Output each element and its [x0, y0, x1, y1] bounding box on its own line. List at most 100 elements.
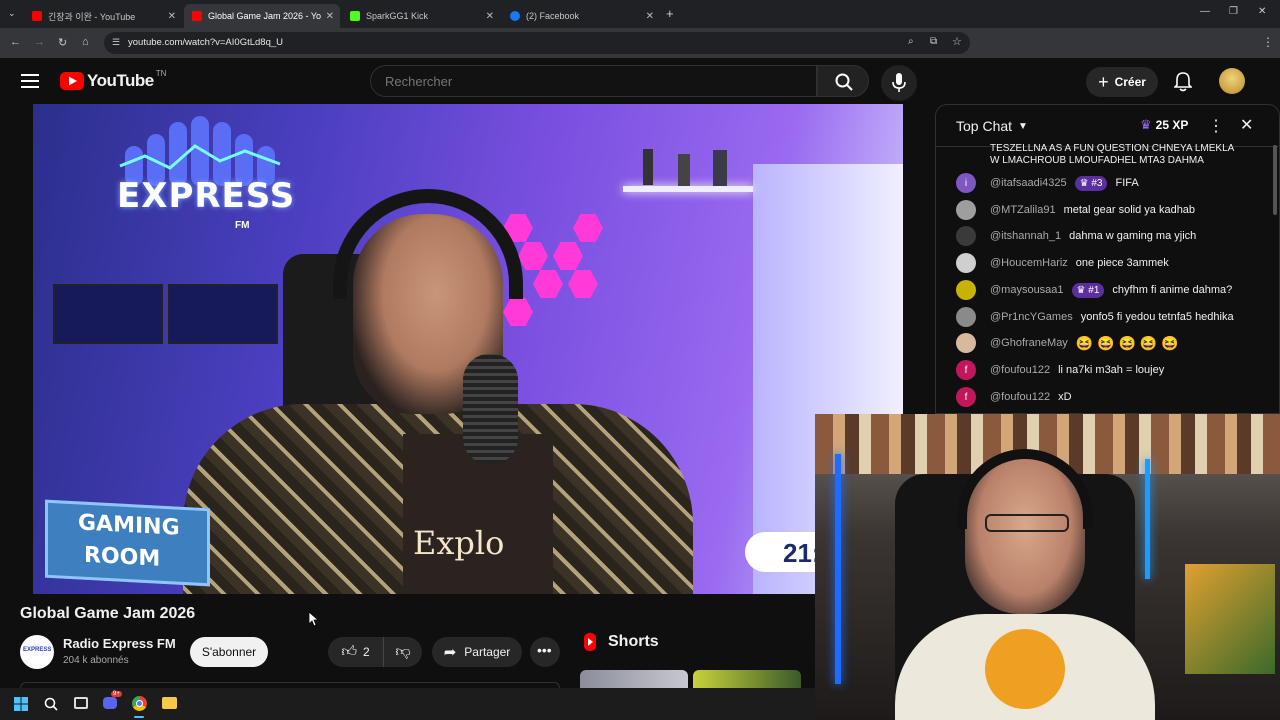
facebook-favicon-icon: [510, 11, 520, 21]
chat-text: metal gear solid ya kadhab: [1063, 204, 1196, 216]
thumbs-up-icon: 👍︎: [341, 643, 357, 660]
chat-author[interactable]: @HoucemHariz: [990, 257, 1068, 269]
chat-title: Top Chat: [956, 118, 1013, 134]
close-window-icon[interactable]: ✕: [1258, 6, 1266, 17]
shorts-icon: [584, 633, 596, 651]
chat-author[interactable]: @foufou122: [990, 391, 1050, 403]
close-tab-icon[interactable]: ✕: [486, 11, 494, 22]
notifications-bell-icon[interactable]: [1174, 72, 1192, 92]
tab-list-chevron-icon[interactable]: ⌄: [8, 8, 16, 19]
chat-message: i @itafsaadi4325 ♛ #3 FIFA: [956, 172, 1139, 194]
bookmark-star-icon[interactable]: ☆: [952, 35, 962, 48]
search-input[interactable]: [385, 74, 785, 89]
dislike-button[interactable]: 👎︎: [384, 637, 422, 667]
chat-scrollbar[interactable]: [1273, 145, 1277, 215]
hamburger-menu-icon[interactable]: [21, 74, 39, 88]
video-player[interactable]: EXPRESS FM Explo GAMING ROOM 21:: [33, 104, 903, 594]
monitor: [53, 284, 163, 344]
task-view-icon[interactable]: [74, 697, 88, 709]
close-tab-icon[interactable]: ✕: [168, 11, 176, 22]
avatar[interactable]: f: [956, 387, 976, 407]
channel-avatar-text: EXPRESS: [23, 647, 52, 653]
tab-title: 긴장과 이완 - YouTube: [48, 11, 136, 22]
browser-menu-icon[interactable]: ⋮: [1262, 35, 1274, 49]
like-button[interactable]: 👍︎ 2: [328, 637, 384, 667]
short-thumbnail[interactable]: [580, 670, 688, 688]
taskbar-search-icon[interactable]: [44, 697, 58, 711]
zoom-icon[interactable]: ⌕: [908, 36, 914, 47]
chat-menu-icon[interactable]: ⋮: [1208, 116, 1224, 136]
avatar[interactable]: [956, 333, 976, 353]
short-thumbnail[interactable]: [693, 670, 801, 688]
home-icon[interactable]: ⌂: [82, 36, 89, 48]
chat-author[interactable]: @foufou122: [990, 364, 1050, 376]
chat-author[interactable]: @GhofraneMay: [990, 337, 1068, 349]
chat-author[interactable]: @MTZalila91: [990, 204, 1056, 216]
share-button[interactable]: ➦ Partager: [432, 637, 522, 667]
channel-avatar[interactable]: EXPRESS: [20, 635, 54, 669]
site-info-icon[interactable]: ☰: [112, 37, 120, 48]
figurine: [643, 149, 653, 185]
top-chat-dropdown[interactable]: Top Chat ▼: [956, 118, 1028, 134]
address-bar-row: ← → ↻ ⌂ ☰ youtube.com/watch?v=AI0GtLd8q_…: [0, 28, 1280, 74]
chat-author[interactable]: @itafsaadi4325: [990, 177, 1067, 189]
chat-text: chyfhm fi anime dahma?: [1112, 284, 1233, 296]
chat-author[interactable]: @itshannah_1: [990, 230, 1061, 242]
new-tab-icon[interactable]: +: [666, 6, 674, 21]
voice-search-button[interactable]: [881, 65, 917, 101]
url-field[interactable]: ☰ youtube.com/watch?v=AI0GtLd8q_U ⌕ ⧉ ☆: [104, 32, 970, 54]
discord-icon[interactable]: 9+: [103, 691, 122, 709]
kick-favicon-icon: [350, 11, 360, 21]
room-text: ROOM: [84, 542, 161, 572]
avatar[interactable]: i: [956, 173, 976, 193]
chrome-icon[interactable]: [132, 696, 147, 711]
tab-1[interactable]: 긴장과 이완 - YouTube ✕: [24, 4, 182, 28]
subscribe-button[interactable]: S'abonner: [190, 637, 268, 667]
tab-3[interactable]: SparkGG1 Kick ✕: [342, 4, 500, 28]
avatar[interactable]: [956, 226, 976, 246]
windows-taskbar: 9+: [0, 688, 815, 720]
webcam-overlay: [815, 414, 1280, 720]
minimize-icon[interactable]: —: [1200, 6, 1210, 17]
forward-icon[interactable]: →: [34, 36, 45, 48]
reload-icon[interactable]: ↻: [58, 36, 67, 49]
message-line: W LMACHROUB LMOUFADHEL MTA3 DAHMA: [990, 155, 1204, 166]
search-button[interactable]: [817, 65, 869, 97]
mouse-cursor-icon: [309, 612, 319, 627]
chevron-down-icon: ▼: [1018, 120, 1028, 132]
close-tab-icon[interactable]: ✕: [326, 11, 334, 22]
avatar[interactable]: [956, 280, 976, 300]
chat-message: @HoucemHariz one piece 3ammek: [956, 252, 1169, 274]
leaderboard-badge: ♛ #3: [1074, 175, 1108, 191]
install-icon[interactable]: ⧉: [930, 36, 937, 47]
shorts-title-text: Shorts: [608, 633, 659, 650]
more-actions-button[interactable]: •••: [530, 637, 560, 667]
file-explorer-icon[interactable]: [162, 697, 177, 709]
avatar[interactable]: [956, 253, 976, 273]
chat-author[interactable]: @Pr1ncYGames: [990, 311, 1073, 323]
xp-badge[interactable]: ♛ 25 XP: [1140, 117, 1188, 133]
avatar[interactable]: [956, 307, 976, 327]
maximize-icon[interactable]: ❐: [1229, 6, 1238, 17]
express-logo-text: EXPRESS: [117, 176, 296, 216]
chat-author[interactable]: @maysousaa1: [990, 284, 1064, 296]
monitor: [168, 284, 278, 344]
channel-name[interactable]: Radio Express FM: [63, 636, 176, 651]
search-box: [370, 65, 817, 97]
microphone-icon: [892, 73, 906, 92]
close-chat-icon[interactable]: ✕: [1240, 115, 1253, 135]
tab-4[interactable]: (2) Facebook ✕: [502, 4, 660, 28]
chat-text: one piece 3ammek: [1075, 257, 1169, 269]
chat-message: @Pr1ncYGames yonfo5 fi yedou tetnfa5 hed…: [956, 306, 1234, 328]
youtube-play-logo-icon: [60, 72, 84, 90]
tab-2[interactable]: Global Game Jam 2026 - Yo ✕: [184, 4, 340, 28]
close-tab-icon[interactable]: ✕: [646, 11, 654, 22]
create-button[interactable]: + Créer: [1086, 67, 1158, 97]
youtube-logo[interactable]: YouTube TN: [60, 69, 166, 91]
windows-start-icon[interactable]: [14, 697, 28, 711]
avatar[interactable]: [956, 200, 976, 220]
plus-icon: +: [1098, 71, 1109, 92]
back-icon[interactable]: ←: [10, 36, 21, 48]
avatar[interactable]: f: [956, 360, 976, 380]
user-avatar[interactable]: [1219, 68, 1245, 94]
